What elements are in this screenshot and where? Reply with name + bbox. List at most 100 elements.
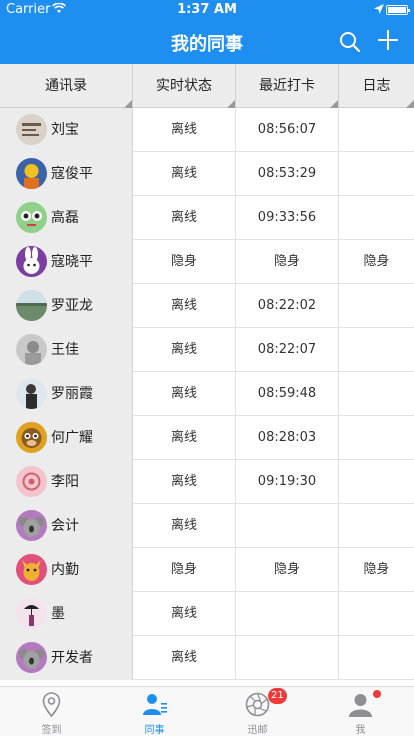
table-row[interactable]: 何广耀 离线 08:28:03 <box>0 416 414 460</box>
contact-name: 会计 <box>51 518 79 534</box>
last-punch-cell <box>236 592 339 636</box>
plus-icon[interactable] <box>376 28 400 52</box>
notification-dot <box>373 690 381 698</box>
avatar <box>16 422 47 453</box>
contact-name: 何广耀 <box>51 430 93 446</box>
contact-cell: 刘宝 <box>0 108 133 152</box>
clock: 1:37 AM <box>177 2 237 17</box>
last-punch-cell: 隐身 <box>236 240 339 284</box>
contact-cell: 罗亚龙 <box>0 284 133 328</box>
contact-cell: 开发者 <box>0 636 133 680</box>
avatar <box>16 246 47 277</box>
log-cell <box>339 504 414 548</box>
table-row[interactable]: 开发者 离线 <box>0 636 414 680</box>
avatar <box>16 158 47 189</box>
tab-bar: 签到 同事 21 迅邮 我 <box>0 686 414 736</box>
contact-name: 刘宝 <box>51 122 79 138</box>
table-row[interactable]: 墨 离线 <box>0 592 414 636</box>
column-header-log[interactable]: 日志 <box>339 64 414 108</box>
table-row[interactable]: 寇俊平 离线 08:53:29 <box>0 152 414 196</box>
avatar <box>16 290 47 321</box>
contact-cell: 罗丽霞 <box>0 372 133 416</box>
table-row[interactable]: 会计 离线 <box>0 504 414 548</box>
last-punch-cell: 08:28:03 <box>236 416 339 460</box>
column-header-label: 实时状态 <box>156 78 212 94</box>
avatar <box>16 554 47 585</box>
tab-label: 签到 <box>41 725 62 736</box>
contact-cell: 寇晓平 <box>0 240 133 284</box>
avatar <box>16 202 47 233</box>
status-cell: 隐身 <box>133 240 236 284</box>
status-cell: 离线 <box>133 504 236 548</box>
status-bar: Carrier 1:37 AM <box>0 0 414 20</box>
status-cell: 离线 <box>133 152 236 196</box>
last-punch-cell: 08:59:48 <box>236 372 339 416</box>
last-punch-cell <box>236 504 339 548</box>
profile-icon <box>347 691 374 718</box>
column-header-contacts[interactable]: 通讯录 <box>0 64 133 108</box>
location-arrow-icon <box>374 3 384 18</box>
status-cell: 离线 <box>133 196 236 240</box>
nav-bar: 我的同事 <box>0 20 414 64</box>
avatar <box>16 378 47 409</box>
contact-name: 高磊 <box>51 210 79 226</box>
status-cell: 隐身 <box>133 548 236 592</box>
contact-name: 开发者 <box>51 650 93 666</box>
shutter-icon <box>244 691 271 718</box>
status-cell: 离线 <box>133 460 236 504</box>
table-row[interactable]: 刘宝 离线 08:56:07 <box>0 108 414 152</box>
last-punch-cell: 08:56:07 <box>236 108 339 152</box>
table-row[interactable]: 寇晓平 隐身 隐身 隐身 <box>0 240 414 284</box>
table-row[interactable]: 李阳 离线 09:19:30 <box>0 460 414 504</box>
contact-name: 寇晓平 <box>51 254 93 270</box>
column-header-label: 日志 <box>362 78 391 94</box>
contact-cell: 会计 <box>0 504 133 548</box>
column-header-status[interactable]: 实时状态 <box>133 64 236 108</box>
status-cell: 离线 <box>133 328 236 372</box>
log-cell <box>339 284 414 328</box>
last-punch-cell: 09:19:30 <box>236 460 339 504</box>
contact-name: 罗丽霞 <box>51 386 93 402</box>
contact-name: 墨 <box>51 606 65 622</box>
tab-me[interactable]: 我 <box>309 687 412 736</box>
status-cell: 离线 <box>133 108 236 152</box>
table-row[interactable]: 高磊 离线 09:33:56 <box>0 196 414 240</box>
log-cell <box>339 460 414 504</box>
last-punch-cell: 隐身 <box>236 548 339 592</box>
contact-cell: 高磊 <box>0 196 133 240</box>
contact-cell: 墨 <box>0 592 133 636</box>
contact-name: 李阳 <box>51 474 79 490</box>
tab-colleagues[interactable]: 同事 <box>103 687 206 736</box>
tab-mail[interactable]: 21 迅邮 <box>206 687 309 736</box>
table-row[interactable]: 王佳 离线 08:22:07 <box>0 328 414 372</box>
location-pin-icon <box>38 691 65 718</box>
table-header: 通讯录 实时状态 最近打卡 日志 <box>0 64 414 108</box>
avatar <box>16 598 47 629</box>
log-cell <box>339 372 414 416</box>
table-row[interactable]: 内勤 隐身 隐身 隐身 <box>0 548 414 592</box>
avatar <box>16 642 47 673</box>
table-row[interactable]: 罗丽霞 离线 08:59:48 <box>0 372 414 416</box>
sort-corner-icon <box>124 100 132 108</box>
last-punch-cell <box>236 636 339 680</box>
contact-cell: 寇俊平 <box>0 152 133 196</box>
tab-label: 同事 <box>144 725 165 736</box>
sort-corner-icon <box>406 100 414 108</box>
table-row[interactable]: 罗亚龙 离线 08:22:02 <box>0 284 414 328</box>
sort-corner-icon <box>330 100 338 108</box>
tab-check-in[interactable]: 签到 <box>0 687 103 736</box>
status-cell: 离线 <box>133 636 236 680</box>
search-icon[interactable] <box>338 30 362 54</box>
column-header-label: 通讯录 <box>45 78 87 94</box>
contact-cell: 王佳 <box>0 328 133 372</box>
tab-label: 我 <box>355 725 366 736</box>
contact-name: 寇俊平 <box>51 166 93 182</box>
contact-cell: 何广耀 <box>0 416 133 460</box>
log-cell <box>339 636 414 680</box>
contact-name: 罗亚龙 <box>51 298 93 314</box>
column-header-last-punch[interactable]: 最近打卡 <box>236 64 339 108</box>
log-cell <box>339 328 414 372</box>
battery-icon <box>386 5 410 15</box>
log-cell: 隐身 <box>363 562 390 577</box>
contact-cell: 李阳 <box>0 460 133 504</box>
